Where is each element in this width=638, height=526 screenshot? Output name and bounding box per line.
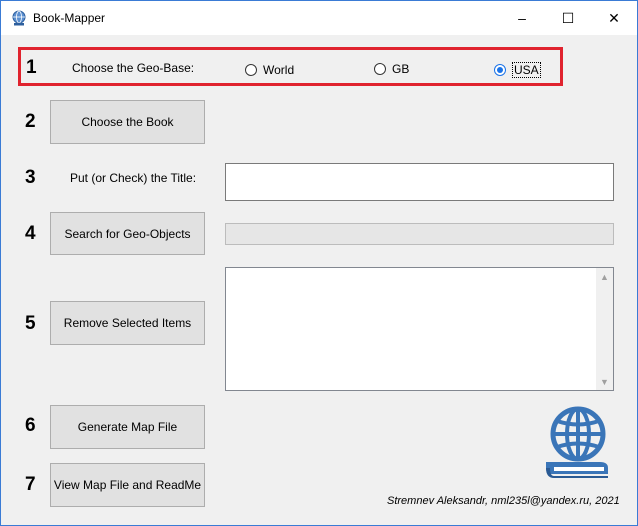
search-progress-bar — [225, 223, 614, 245]
radio-usa-label: USA — [512, 62, 541, 78]
window-title: Book-Mapper — [33, 11, 106, 25]
radio-world[interactable]: World — [245, 63, 294, 77]
main-panel: 1 2 3 4 5 6 7 Choose the Geo-Base: World… — [1, 35, 637, 525]
radio-world-indicator — [245, 64, 257, 76]
app-globe-icon — [12, 10, 26, 26]
step-number-2: 2 — [25, 111, 36, 132]
generate-map-file-button[interactable]: Generate Map File — [50, 405, 205, 449]
close-icon: ✕ — [608, 9, 620, 26]
radio-usa[interactable]: USA — [494, 62, 541, 78]
geo-base-label: Choose the Geo-Base: — [72, 61, 195, 75]
scroll-up-icon[interactable]: ▲ — [596, 268, 613, 285]
view-map-file-button[interactable]: View Map File and ReadMe — [50, 463, 205, 507]
minimize-icon: – — [518, 10, 526, 26]
step-number-6: 6 — [25, 415, 36, 436]
maximize-button[interactable]: ☐ — [545, 1, 591, 35]
radio-usa-indicator — [494, 64, 506, 76]
search-geo-objects-button[interactable]: Search for Geo-Objects — [50, 212, 205, 255]
app-window: Book-Mapper – ☐ ✕ 1 2 3 4 5 6 7 Choose t… — [0, 0, 638, 526]
geo-objects-list[interactable]: ▲ ▼ — [225, 267, 614, 391]
close-button[interactable]: ✕ — [591, 1, 637, 35]
scroll-down-icon[interactable]: ▼ — [596, 373, 613, 390]
choose-book-button[interactable]: Choose the Book — [50, 100, 205, 144]
maximize-icon: ☐ — [561, 9, 575, 26]
title-field-label: Put (or Check) the Title: — [70, 171, 197, 185]
step-number-4: 4 — [25, 223, 36, 244]
minimize-button[interactable]: – — [499, 1, 545, 35]
radio-gb[interactable]: GB — [374, 62, 409, 76]
radio-gb-indicator — [374, 63, 386, 75]
radio-world-label: World — [263, 63, 295, 77]
step-number-3: 3 — [25, 167, 36, 188]
remove-selected-items-button[interactable]: Remove Selected Items — [50, 301, 205, 345]
radio-gb-label: GB — [392, 62, 410, 76]
title-bar: Book-Mapper – ☐ ✕ — [1, 1, 637, 35]
author-credit: Stremnev Aleksandr, nml235l@yandex.ru, 2… — [387, 495, 620, 507]
step-number-5: 5 — [25, 313, 36, 334]
list-scrollbar[interactable]: ▲ ▼ — [596, 268, 613, 390]
step-number-7: 7 — [25, 474, 36, 495]
book-title-input[interactable] — [225, 163, 614, 201]
globe-book-icon — [546, 406, 608, 478]
